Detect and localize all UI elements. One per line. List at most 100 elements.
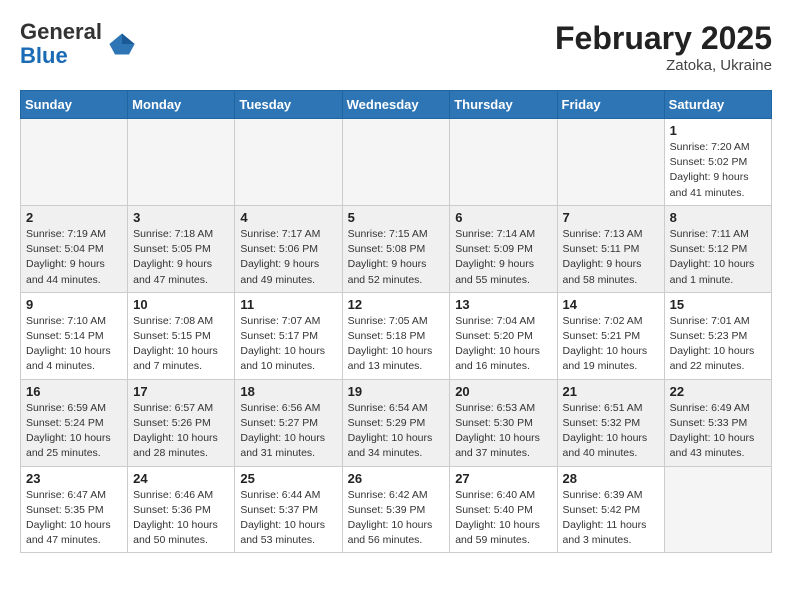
weekday-header-tuesday: Tuesday [235,91,342,119]
header: General Blue February 2025 Zatoka, Ukrai… [20,20,772,74]
day-info: Sunrise: 7:19 AM Sunset: 5:04 PM Dayligh… [26,227,122,288]
day-number: 2 [26,210,122,225]
weekday-header-thursday: Thursday [450,91,557,119]
calendar-cell: 8 Sunrise: 7:11 AM Sunset: 5:12 PM Daylig… [664,205,771,292]
day-info: Sunrise: 6:49 AM Sunset: 5:33 PM Dayligh… [670,401,766,462]
calendar-cell: 28Sunrise: 6:39 AM Sunset: 5:42 PM Dayli… [557,466,664,553]
day-info: Sunrise: 6:53 AM Sunset: 5:30 PM Dayligh… [455,401,551,462]
title-block: February 2025 Zatoka, Ukraine [555,20,772,74]
week-row-5: 23Sunrise: 6:47 AM Sunset: 5:35 PM Dayli… [21,466,772,553]
location: Zatoka, Ukraine [555,57,772,74]
day-number: 21 [563,384,659,399]
day-number: 19 [348,384,445,399]
calendar-cell: 17 Sunrise: 6:57 AM Sunset: 5:26 PM Dayli… [128,379,235,466]
day-info: Sunrise: 6:42 AM Sunset: 5:39 PM Dayligh… [348,488,445,549]
calendar-cell: 16Sunrise: 6:59 AM Sunset: 5:24 PM Dayli… [21,379,128,466]
calendar-cell: 24 Sunrise: 6:46 AM Sunset: 5:36 PM Dayli… [128,466,235,553]
day-info: Sunrise: 7:20 AM Sunset: 5:02 PM Dayligh… [670,140,766,201]
day-info: Sunrise: 6:56 AM Sunset: 5:27 PM Dayligh… [240,401,336,462]
day-number: 14 [563,297,659,312]
day-number: 24 [133,471,229,486]
calendar-cell: 26 Sunrise: 6:42 AM Sunset: 5:39 PM Dayli… [342,466,450,553]
calendar-cell [342,119,450,206]
calendar-cell: 7Sunrise: 7:13 AM Sunset: 5:11 PM Daylig… [557,205,664,292]
calendar-cell: 3 Sunrise: 7:18 AM Sunset: 5:05 PM Daylig… [128,205,235,292]
day-number: 1 [670,123,766,138]
calendar-cell [21,119,128,206]
calendar-cell: 6 Sunrise: 7:14 AM Sunset: 5:09 PM Daylig… [450,205,557,292]
logo-text: General Blue [20,20,102,68]
day-number: 25 [240,471,336,486]
week-row-1: 1 Sunrise: 7:20 AM Sunset: 5:02 PM Daylig… [21,119,772,206]
day-number: 22 [670,384,766,399]
day-info: Sunrise: 7:05 AM Sunset: 5:18 PM Dayligh… [348,314,445,375]
logo: General Blue [20,20,136,68]
day-number: 10 [133,297,229,312]
calendar-cell: 23Sunrise: 6:47 AM Sunset: 5:35 PM Dayli… [21,466,128,553]
day-info: Sunrise: 6:40 AM Sunset: 5:40 PM Dayligh… [455,488,551,549]
day-number: 26 [348,471,445,486]
weekday-header-row: SundayMondayTuesdayWednesdayThursdayFrid… [21,91,772,119]
calendar-cell: 12 Sunrise: 7:05 AM Sunset: 5:18 PM Dayli… [342,292,450,379]
calendar-cell [128,119,235,206]
calendar-cell [664,466,771,553]
day-info: Sunrise: 7:04 AM Sunset: 5:20 PM Dayligh… [455,314,551,375]
day-info: Sunrise: 7:08 AM Sunset: 5:15 PM Dayligh… [133,314,229,375]
weekday-header-wednesday: Wednesday [342,91,450,119]
day-info: Sunrise: 6:46 AM Sunset: 5:36 PM Dayligh… [133,488,229,549]
day-info: Sunrise: 6:59 AM Sunset: 5:24 PM Dayligh… [26,401,122,462]
day-info: Sunrise: 7:14 AM Sunset: 5:09 PM Dayligh… [455,227,551,288]
calendar-cell: 14 Sunrise: 7:02 AM Sunset: 5:21 PM Dayli… [557,292,664,379]
day-number: 5 [348,210,445,225]
weekday-header-saturday: Saturday [664,91,771,119]
day-number: 13 [455,297,551,312]
calendar-cell: 19 Sunrise: 6:54 AM Sunset: 5:29 PM Dayli… [342,379,450,466]
calendar-cell [450,119,557,206]
calendar-cell: 22 Sunrise: 6:49 AM Sunset: 5:33 PM Dayli… [664,379,771,466]
day-number: 28 [563,471,659,486]
month-year: February 2025 [555,20,772,57]
day-info: Sunrise: 6:54 AM Sunset: 5:29 PM Dayligh… [348,401,445,462]
week-row-2: 2 Sunrise: 7:19 AM Sunset: 5:04 PM Daylig… [21,205,772,292]
calendar-table: SundayMondayTuesdayWednesdayThursdayFrid… [20,90,772,553]
calendar-cell: 27Sunrise: 6:40 AM Sunset: 5:40 PM Dayli… [450,466,557,553]
week-row-4: 16Sunrise: 6:59 AM Sunset: 5:24 PM Dayli… [21,379,772,466]
day-number: 23 [26,471,122,486]
calendar-cell: 10 Sunrise: 7:08 AM Sunset: 5:15 PM Dayli… [128,292,235,379]
calendar-cell: 4Sunrise: 7:17 AM Sunset: 5:06 PM Daylig… [235,205,342,292]
day-number: 20 [455,384,551,399]
calendar-cell: 18 Sunrise: 6:56 AM Sunset: 5:27 PM Dayli… [235,379,342,466]
day-number: 8 [670,210,766,225]
day-number: 4 [240,210,336,225]
day-info: Sunrise: 7:18 AM Sunset: 5:05 PM Dayligh… [133,227,229,288]
week-row-3: 9 Sunrise: 7:10 AM Sunset: 5:14 PM Daylig… [21,292,772,379]
calendar-cell: 2 Sunrise: 7:19 AM Sunset: 5:04 PM Daylig… [21,205,128,292]
day-number: 18 [240,384,336,399]
calendar-cell: 9 Sunrise: 7:10 AM Sunset: 5:14 PM Daylig… [21,292,128,379]
day-info: Sunrise: 6:57 AM Sunset: 5:26 PM Dayligh… [133,401,229,462]
day-info: Sunrise: 7:10 AM Sunset: 5:14 PM Dayligh… [26,314,122,375]
calendar-cell: 11 Sunrise: 7:07 AM Sunset: 5:17 PM Dayli… [235,292,342,379]
logo-icon [108,30,136,58]
calendar-cell: 5 Sunrise: 7:15 AM Sunset: 5:08 PM Daylig… [342,205,450,292]
calendar-cell: 20 Sunrise: 6:53 AM Sunset: 5:30 PM Dayli… [450,379,557,466]
calendar-cell: 15Sunrise: 7:01 AM Sunset: 5:23 PM Dayli… [664,292,771,379]
weekday-header-monday: Monday [128,91,235,119]
day-number: 3 [133,210,229,225]
day-number: 7 [563,210,659,225]
day-info: Sunrise: 6:44 AM Sunset: 5:37 PM Dayligh… [240,488,336,549]
day-number: 17 [133,384,229,399]
day-info: Sunrise: 7:15 AM Sunset: 5:08 PM Dayligh… [348,227,445,288]
day-number: 11 [240,297,336,312]
calendar-cell: 21Sunrise: 6:51 AM Sunset: 5:32 PM Dayli… [557,379,664,466]
calendar-cell: 1 Sunrise: 7:20 AM Sunset: 5:02 PM Daylig… [664,119,771,206]
day-number: 9 [26,297,122,312]
day-info: Sunrise: 7:02 AM Sunset: 5:21 PM Dayligh… [563,314,659,375]
day-info: Sunrise: 7:07 AM Sunset: 5:17 PM Dayligh… [240,314,336,375]
calendar-cell: 13 Sunrise: 7:04 AM Sunset: 5:20 PM Dayli… [450,292,557,379]
day-info: Sunrise: 7:11 AM Sunset: 5:12 PM Dayligh… [670,227,766,288]
day-number: 15 [670,297,766,312]
day-number: 6 [455,210,551,225]
calendar-cell [557,119,664,206]
day-number: 12 [348,297,445,312]
